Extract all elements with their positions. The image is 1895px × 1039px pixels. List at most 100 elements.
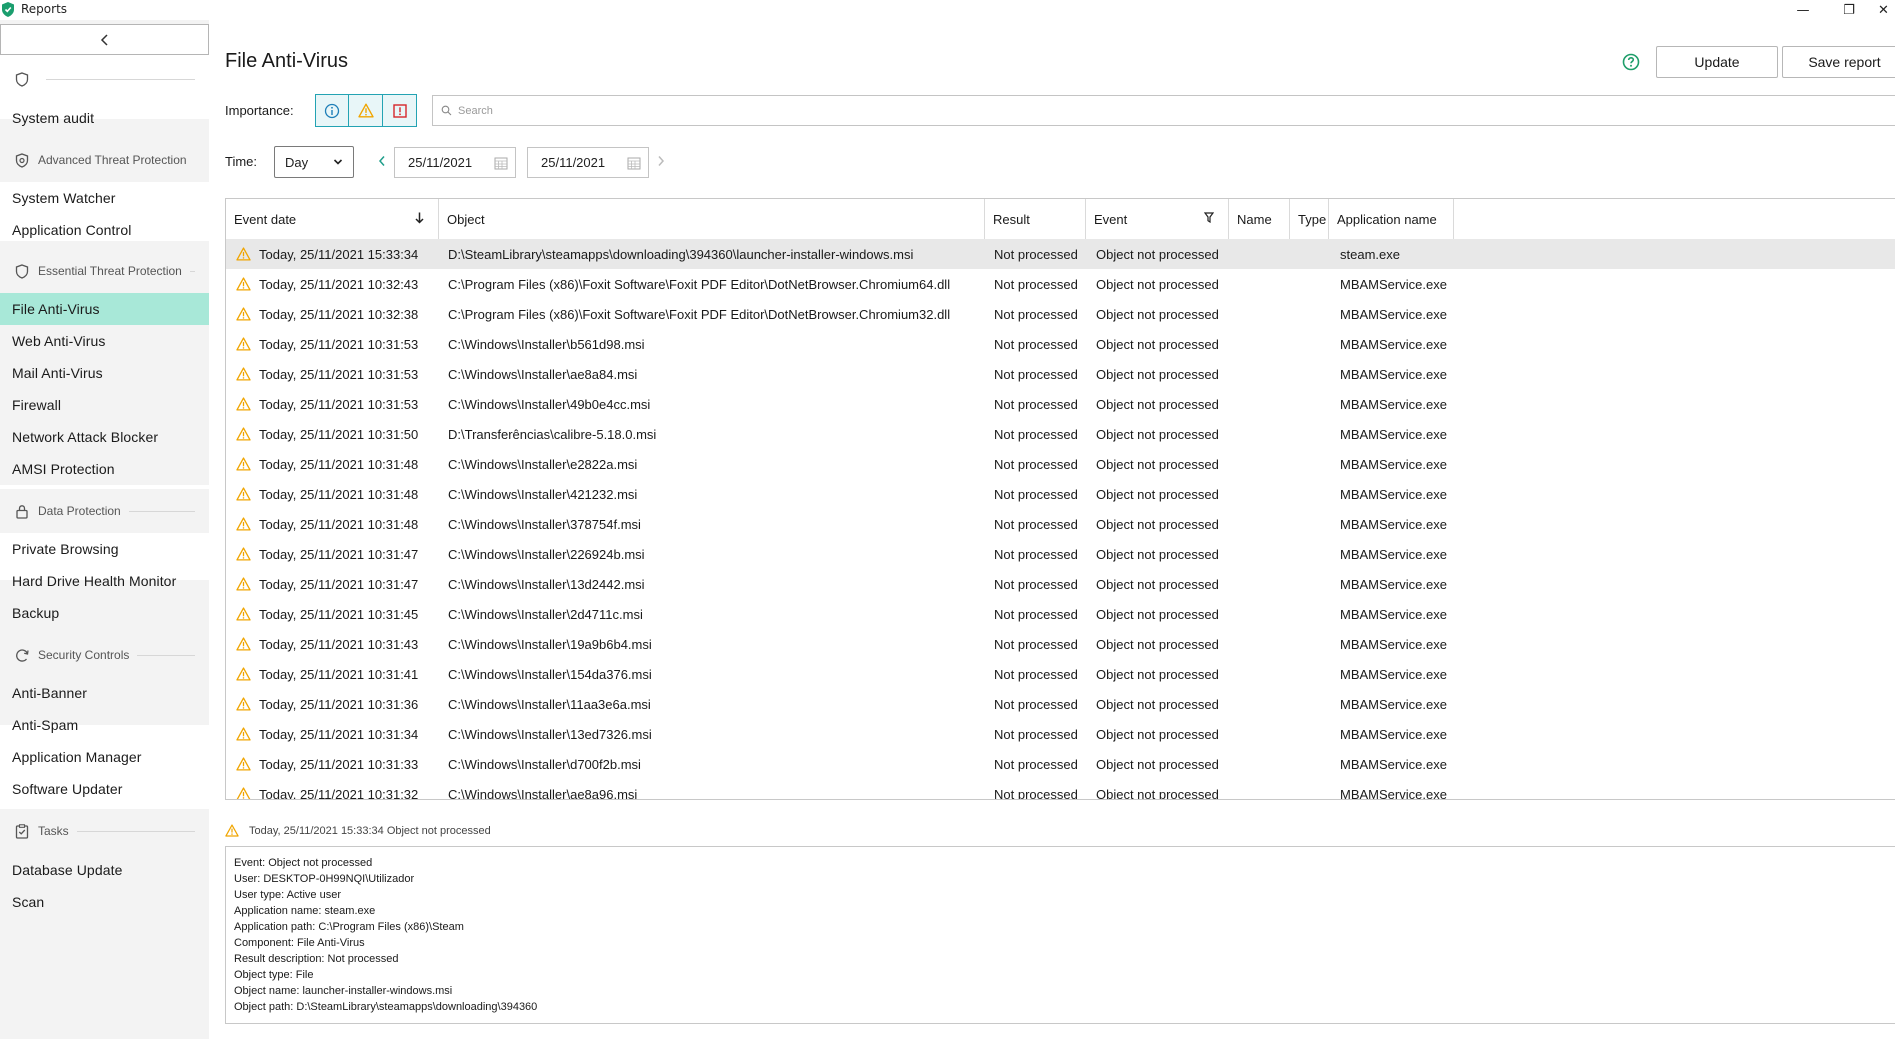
sidebar-item-software-updater[interactable]: Software Updater bbox=[0, 773, 209, 805]
table-row[interactable]: Today, 25/11/2021 10:31:53 C:\Windows\Ins… bbox=[226, 389, 1895, 419]
importance-info-toggle[interactable] bbox=[315, 94, 349, 127]
cell-object: C:\Windows\Installer\226924b.msi bbox=[448, 546, 645, 562]
search-field[interactable] bbox=[432, 95, 1895, 126]
divider bbox=[137, 654, 195, 656]
table-row[interactable]: Today, 25/11/2021 10:31:43 C:\Windows\Ins… bbox=[226, 629, 1895, 659]
sidebar-item-private-browsing[interactable]: Private Browsing bbox=[0, 533, 209, 565]
sidebar-group-tasks: Tasks bbox=[0, 809, 209, 853]
table-row[interactable]: Today, 25/11/2021 10:31:48 C:\Windows\Ins… bbox=[226, 449, 1895, 479]
sidebar-item-backup[interactable]: Backup bbox=[0, 597, 209, 629]
sidebar-item-firewall[interactable]: Firewall bbox=[0, 389, 209, 421]
cell-event-date: Today, 25/11/2021 10:31:53 bbox=[226, 337, 439, 352]
table-row[interactable]: Today, 25/11/2021 10:31:33 C:\Windows\Ins… bbox=[226, 749, 1895, 779]
column-header-name[interactable]: Name bbox=[1229, 199, 1290, 239]
importance-warning-toggle[interactable] bbox=[349, 94, 383, 127]
divider bbox=[76, 830, 195, 832]
cell-result: Not processed bbox=[994, 726, 1078, 742]
period-value: Day bbox=[285, 154, 309, 170]
sidebar-item-application-manager[interactable]: Application Manager bbox=[0, 741, 209, 773]
table-row[interactable]: Today, 25/11/2021 15:33:34 D:\SteamLibrar… bbox=[226, 239, 1895, 269]
sidebar-item-system-audit[interactable]: System audit bbox=[0, 102, 209, 134]
minimize-button[interactable]: — bbox=[1780, 0, 1826, 20]
cell-event-date: Today, 25/11/2021 10:32:43 bbox=[226, 277, 439, 292]
sidebar-item-mail-anti-virus[interactable]: Mail Anti-Virus bbox=[0, 357, 209, 389]
table-row[interactable]: Today, 25/11/2021 10:31:32 C:\Windows\Ins… bbox=[226, 779, 1895, 800]
detail-line: Result description: Not processed bbox=[234, 953, 399, 965]
filter-icon[interactable] bbox=[1204, 212, 1214, 223]
column-header-result[interactable]: Result bbox=[985, 199, 1086, 239]
cell-event: Object not processed bbox=[1096, 726, 1219, 742]
warning-icon bbox=[236, 727, 251, 741]
sidebar-item-application-control[interactable]: Application Control bbox=[0, 214, 209, 246]
table-row[interactable]: Today, 25/11/2021 10:31:47 C:\Windows\Ins… bbox=[226, 539, 1895, 569]
cell-object: C:\Windows\Installer\e2822a.msi bbox=[448, 456, 638, 472]
cell-event: Object not processed bbox=[1096, 786, 1219, 800]
search-input[interactable] bbox=[458, 104, 858, 117]
column-header-object[interactable]: Object bbox=[439, 199, 985, 239]
sidebar-item-database-update[interactable]: Database Update bbox=[0, 854, 209, 886]
help-icon[interactable] bbox=[1622, 53, 1640, 71]
cell-event: Object not processed bbox=[1096, 486, 1219, 502]
cell-application-name: MBAMService.exe bbox=[1340, 366, 1447, 382]
table-row[interactable]: Today, 25/11/2021 10:31:53 C:\Windows\Ins… bbox=[226, 329, 1895, 359]
sidebar-item-anti-spam[interactable]: Anti-Spam bbox=[0, 709, 209, 741]
table-row[interactable]: Today, 25/11/2021 10:31:45 C:\Windows\Ins… bbox=[226, 599, 1895, 629]
cell-event-date: Today, 25/11/2021 10:31:48 bbox=[226, 457, 439, 472]
save-report-button[interactable]: Save report bbox=[1782, 46, 1895, 78]
sidebar-item-scan[interactable]: Scan bbox=[0, 886, 209, 918]
cell-object: C:\Program Files (x86)\Foxit Software\Fo… bbox=[448, 276, 951, 292]
cell-event-date: Today, 25/11/2021 10:31:32 bbox=[226, 787, 439, 799]
cell-object: C:\Windows\Installer\d700f2b.msi bbox=[448, 756, 641, 772]
table-row[interactable]: Today, 25/11/2021 10:31:34 C:\Windows\Ins… bbox=[226, 719, 1895, 749]
shield-icon bbox=[14, 263, 30, 279]
table-row[interactable]: Today, 25/11/2021 10:32:38 C:\Program Fil… bbox=[226, 299, 1895, 329]
warning-icon bbox=[236, 337, 251, 351]
cell-result: Not processed bbox=[994, 246, 1078, 262]
lock-icon bbox=[14, 503, 30, 519]
cell-object: D:\SteamLibrary\steamapps\downloading\39… bbox=[448, 246, 914, 262]
next-period-button[interactable] bbox=[654, 152, 668, 170]
warning-icon bbox=[236, 697, 251, 711]
calendar-icon[interactable] bbox=[627, 156, 641, 170]
sidebar-item-anti-banner[interactable]: Anti-Banner bbox=[0, 677, 209, 709]
table-row[interactable]: Today, 25/11/2021 10:31:41 C:\Windows\Ins… bbox=[226, 659, 1895, 689]
cell-application-name: MBAMService.exe bbox=[1340, 306, 1447, 322]
sidebar-item-hard-drive-health-monitor[interactable]: Hard Drive Health Monitor bbox=[0, 565, 209, 597]
warning-icon bbox=[236, 427, 251, 441]
column-header-application-name[interactable]: Application name bbox=[1329, 199, 1454, 239]
sort-descending-icon bbox=[415, 212, 424, 224]
sidebar-collapse-button[interactable] bbox=[0, 24, 209, 55]
sidebar-item-amsi-protection[interactable]: AMSI Protection bbox=[0, 453, 209, 485]
cell-event: Object not processed bbox=[1096, 456, 1219, 472]
shield-gear-icon bbox=[14, 152, 30, 168]
column-header-event-date[interactable]: Event date bbox=[226, 199, 439, 239]
table-row[interactable]: Today, 25/11/2021 10:31:53 C:\Windows\Ins… bbox=[226, 359, 1895, 389]
date-from-field[interactable]: 25/11/2021 bbox=[394, 147, 516, 178]
maximize-button[interactable]: ❐ bbox=[1826, 0, 1872, 20]
prev-period-button[interactable] bbox=[375, 152, 389, 170]
table-row[interactable]: Today, 25/11/2021 10:31:50 D:\Transferênc… bbox=[226, 419, 1895, 449]
calendar-icon[interactable] bbox=[494, 156, 508, 170]
cell-event: Object not processed bbox=[1096, 546, 1219, 562]
sidebar-item-web-anti-virus[interactable]: Web Anti-Virus bbox=[0, 325, 209, 357]
sidebar-item-network-attack-blocker[interactable]: Network Attack Blocker bbox=[0, 421, 209, 453]
table-row[interactable]: Today, 25/11/2021 10:31:48 C:\Windows\Ins… bbox=[226, 509, 1895, 539]
table-row[interactable]: Today, 25/11/2021 10:31:47 C:\Windows\Ins… bbox=[226, 569, 1895, 599]
cell-object: D:\Transferências\calibre-5.18.0.msi bbox=[448, 426, 657, 442]
event-details-panel: Event: Object not processed User: DESKTOP… bbox=[225, 846, 1895, 1024]
detail-line: Object name: launcher-installer-windows.… bbox=[234, 985, 453, 997]
column-header-type[interactable]: Type bbox=[1290, 199, 1329, 239]
date-to-field[interactable]: 25/11/2021 bbox=[527, 147, 649, 178]
detail-line: Application name: steam.exe bbox=[234, 905, 376, 917]
sidebar-item-system-watcher[interactable]: System Watcher bbox=[0, 182, 209, 214]
sidebar-item-file-anti-virus[interactable]: File Anti-Virus bbox=[0, 293, 209, 325]
column-header-event[interactable]: Event bbox=[1086, 199, 1229, 239]
table-row[interactable]: Today, 25/11/2021 10:32:43 C:\Program Fil… bbox=[226, 269, 1895, 299]
period-select[interactable]: Day bbox=[274, 146, 354, 178]
update-button[interactable]: Update bbox=[1656, 46, 1778, 78]
table-row[interactable]: Today, 25/11/2021 10:31:36 C:\Windows\Ins… bbox=[226, 689, 1895, 719]
importance-critical-toggle[interactable] bbox=[383, 94, 417, 127]
close-button[interactable]: ✕ bbox=[1872, 0, 1895, 20]
table-row[interactable]: Today, 25/11/2021 10:31:48 C:\Windows\Ins… bbox=[226, 479, 1895, 509]
sidebar: System audit Advanced Threat Protection … bbox=[0, 20, 209, 1039]
